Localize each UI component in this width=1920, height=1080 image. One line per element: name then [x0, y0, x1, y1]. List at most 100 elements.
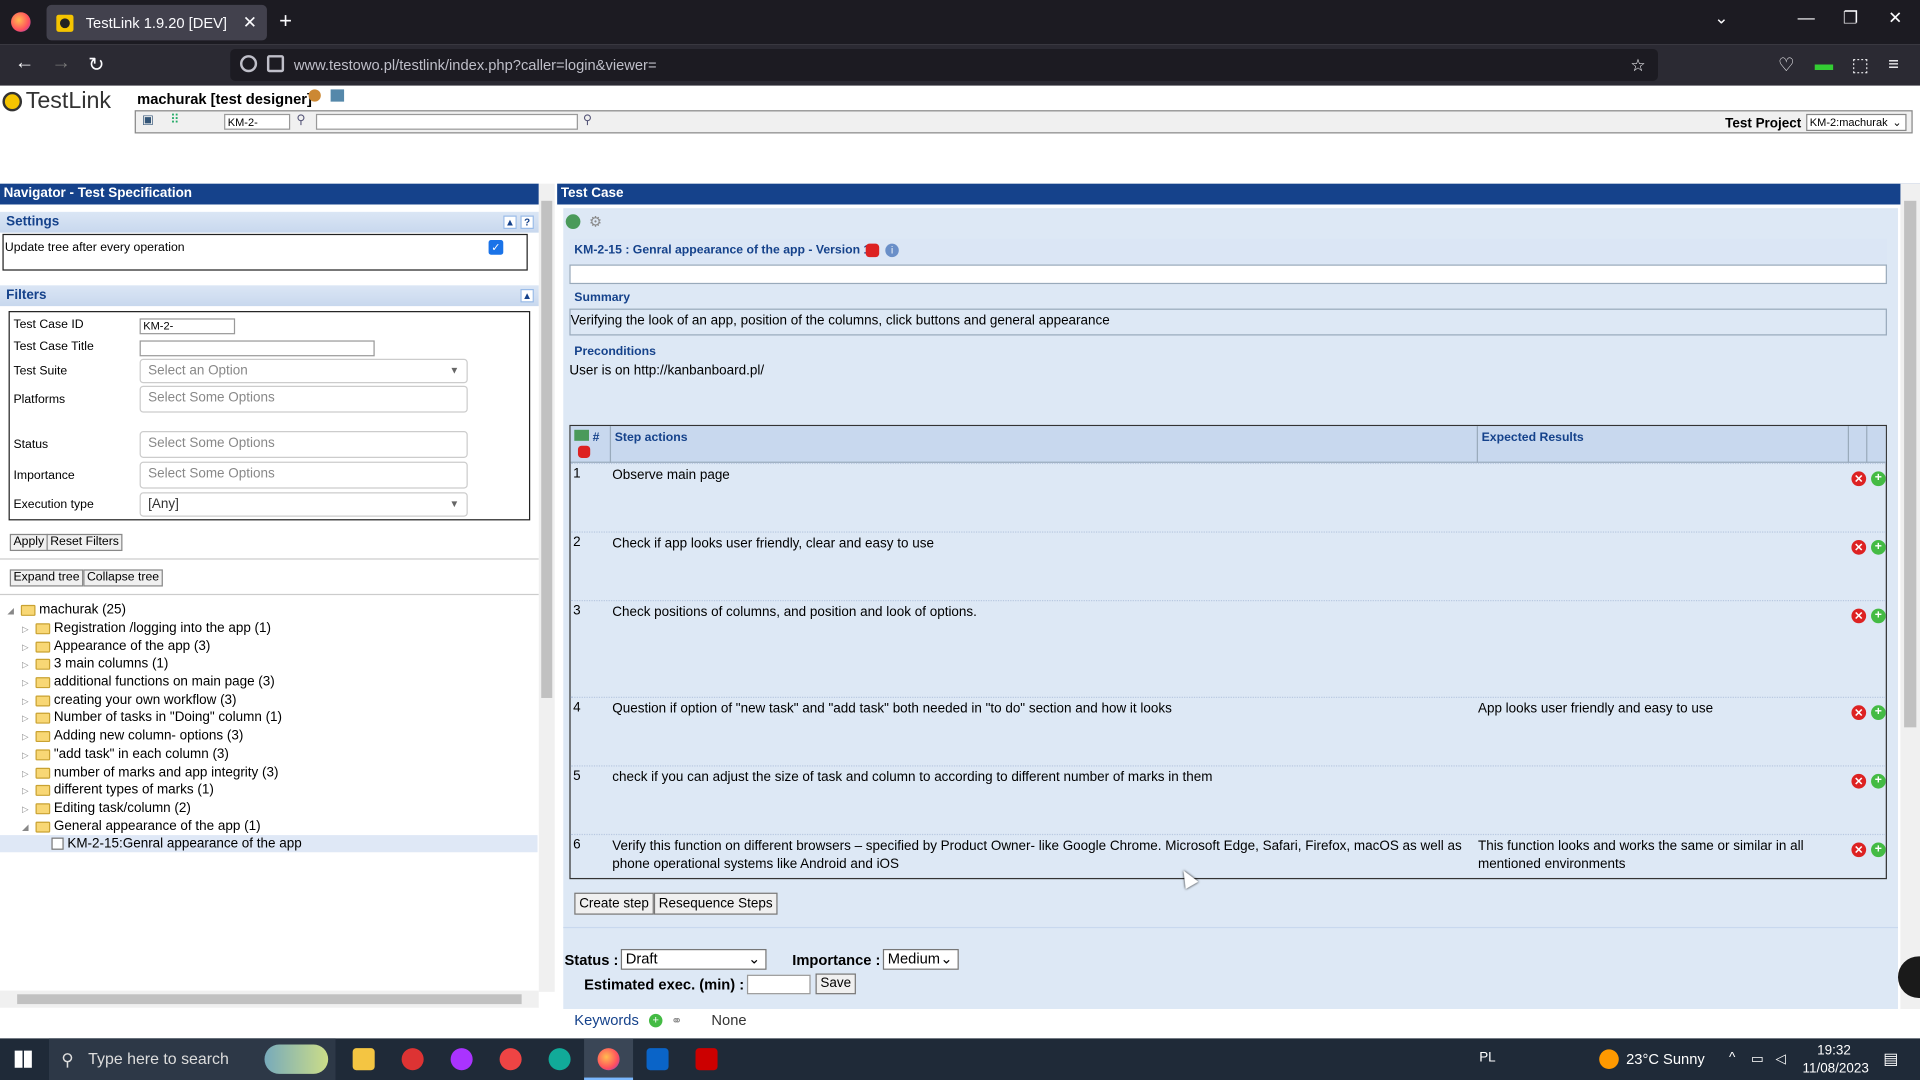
tree-node-selected[interactable]: KM-2-15:Genral appearance of the app [0, 835, 538, 853]
add-step-icon[interactable]: + [1871, 773, 1886, 789]
step-row[interactable]: 2 Check if app looks user friendly, clear… [570, 531, 1886, 600]
forward-icon[interactable]: → [51, 53, 71, 75]
step-row[interactable]: 5 check if you can adjust the size of tas… [570, 765, 1886, 834]
apply-button[interactable]: Apply [9, 533, 48, 552]
language-indicator[interactable]: PL [1479, 1051, 1495, 1066]
add-step-icon[interactable]: + [1871, 471, 1886, 487]
expand-tree-button[interactable]: Expand tree [9, 569, 84, 587]
step-row[interactable]: 1 Observe main page ✕ + [570, 462, 1886, 532]
tree-node[interactable]: ▷ Editing task/column (2) [22, 800, 191, 817]
reset-filters-button[interactable]: Reset Filters [46, 533, 123, 552]
help-icon[interactable]: ? [520, 215, 534, 229]
app-icon[interactable] [450, 1048, 473, 1071]
add-step-icon[interactable]: + [1871, 705, 1886, 721]
testcase-vertical-scrollbar[interactable] [1900, 183, 1920, 1009]
scroll-thumb[interactable] [1904, 200, 1917, 728]
tree-node[interactable]: ◢ General appearance of the app (1) [22, 818, 261, 835]
testcase-search-input[interactable] [224, 113, 291, 130]
opera-icon[interactable] [499, 1048, 522, 1071]
back-icon[interactable]: ← [15, 53, 35, 75]
tree-node[interactable]: ▷ Number of tasks in "Doing" column (1) [22, 709, 282, 726]
scroll-thumb[interactable] [17, 994, 522, 1005]
importance-filter-select[interactable]: Select Some Options [139, 461, 468, 489]
delete-step-icon[interactable]: ✕ [1851, 773, 1867, 789]
lock-icon[interactable] [266, 55, 285, 73]
status-filter-select[interactable]: Select Some Options [139, 431, 468, 458]
delete-step-icon[interactable]: ✕ [1851, 540, 1867, 555]
tree-node[interactable]: ▷ Adding new column- options (3) [22, 727, 243, 744]
status-select[interactable]: Draft ⌄ [620, 948, 767, 970]
tree-node[interactable]: ▷ different types of marks (1) [22, 781, 214, 798]
restore-icon[interactable]: ❐ [1843, 7, 1858, 28]
gear-icon[interactable]: ⚙ [589, 214, 604, 229]
firefox-taskbar-active[interactable] [584, 1038, 634, 1080]
extensions-puzzle-icon[interactable]: ⬚ [1851, 54, 1868, 76]
step-row[interactable]: 3 Check positions of columns, and positio… [570, 600, 1886, 697]
add-step-icon[interactable]: + [1871, 608, 1886, 624]
close-window-icon[interactable]: ✕ [1888, 7, 1902, 28]
add-step-icon[interactable]: + [1871, 540, 1886, 555]
logout-icon[interactable] [330, 89, 345, 102]
test-project-select[interactable]: KM-2:machurak ⌄ [1806, 113, 1907, 132]
firefox-icon[interactable] [11, 12, 31, 32]
browser-tab[interactable]: TestLink 1.9.20 [DEV] ✕ [46, 4, 267, 41]
scroll-thumb[interactable] [541, 200, 553, 698]
delete-step-icon[interactable]: ✕ [1851, 842, 1867, 858]
fulltext-search-input[interactable] [315, 113, 578, 130]
step-row[interactable]: 6 Verify this function on different brows… [570, 833, 1886, 879]
taskbar-search[interactable]: ⚲ Type here to search [48, 1038, 336, 1080]
keywords-link[interactable]: Keywords [574, 1011, 639, 1028]
tree-node[interactable]: ▷ additional functions on main page (3) [22, 673, 275, 690]
collapse-settings-icon[interactable]: ▲ [503, 215, 517, 229]
platforms-select[interactable]: Select Some Options [139, 385, 468, 413]
edge-icon[interactable] [548, 1048, 571, 1071]
step-row[interactable]: 4 Question if option of "new task" and "a… [570, 696, 1886, 766]
bookmark-star-icon[interactable]: ☆ [1630, 49, 1645, 81]
weather-icon[interactable] [1599, 1049, 1619, 1069]
bug-icon[interactable] [865, 243, 880, 258]
edit-icon[interactable] [565, 214, 581, 229]
importance-select[interactable]: Medium ⌄ [882, 948, 959, 970]
url-bar[interactable]: www.testowo.pl/testlink/index.php?caller… [230, 48, 1658, 81]
file-explorer-icon[interactable] [352, 1048, 375, 1071]
chevron-up-icon[interactable]: ^ [1729, 1051, 1735, 1066]
resequence-steps-button[interactable]: Resequence Steps [653, 892, 778, 915]
volume-icon[interactable]: ◁ [1776, 1051, 1786, 1067]
close-tab-icon[interactable]: ✕ [243, 12, 257, 33]
chrome-icon[interactable] [401, 1048, 424, 1071]
collapse-filters-icon[interactable]: ▲ [520, 288, 534, 303]
tree-node[interactable]: ▷ "add task" in each column (3) [22, 746, 229, 763]
tree-node[interactable]: ▷ number of marks and app integrity (3) [22, 764, 278, 781]
delete-step-icon[interactable]: ✕ [1851, 608, 1867, 624]
search-icon[interactable]: ⚲ [296, 114, 311, 129]
shield-icon[interactable] [240, 55, 258, 73]
test-case-id-input[interactable]: KM-2- [139, 318, 236, 335]
navigator-vertical-scrollbar[interactable] [538, 183, 555, 992]
list-tabs-icon[interactable]: ⌄ [1714, 7, 1728, 28]
save-button[interactable]: Save [815, 973, 857, 995]
delete-step-icon[interactable]: ✕ [1851, 471, 1867, 487]
tree-node[interactable]: ▷ creating your own workflow (3) [22, 692, 236, 709]
create-step-button[interactable]: Create step [574, 892, 654, 915]
network-icon[interactable]: ▭ [1751, 1051, 1764, 1067]
outlook-icon[interactable] [646, 1048, 669, 1071]
link-keyword-icon[interactable]: ⚭ [671, 1013, 682, 1029]
tree-node[interactable]: ▷ 3 main columns (1) [22, 655, 168, 672]
tree-root[interactable]: ◢ machurak (25) [7, 601, 126, 618]
weather-text[interactable]: 23°C Sunny [1626, 1051, 1705, 1068]
clock-time[interactable]: 19:32 [1817, 1043, 1851, 1058]
tree-icon[interactable]: ⠿ [170, 114, 185, 129]
add-step-icon[interactable]: + [1871, 842, 1886, 858]
estimated-exec-input[interactable] [746, 974, 811, 995]
desktop-icon[interactable]: ▣ [142, 114, 157, 129]
menu-icon[interactable]: ≡ [1888, 54, 1899, 75]
info-icon[interactable]: i [885, 243, 899, 258]
url-text[interactable]: www.testowo.pl/testlink/index.php?caller… [294, 56, 657, 73]
reload-icon[interactable]: ↻ [88, 53, 104, 77]
test-suite-select[interactable]: Select an Option ▼ [139, 358, 468, 384]
testlink-logo[interactable]: TestLink [2, 88, 111, 115]
fulltext-search-icon[interactable]: ⚲ [583, 114, 598, 129]
minimize-icon[interactable]: — [1798, 7, 1815, 27]
add-keyword-icon[interactable]: + [648, 1013, 663, 1028]
navigator-horizontal-scrollbar[interactable] [0, 990, 539, 1008]
